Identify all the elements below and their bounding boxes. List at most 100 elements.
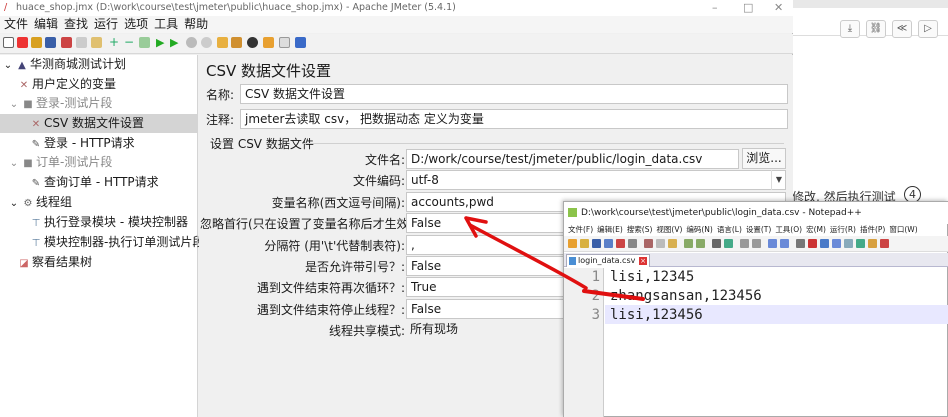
np-open-icon[interactable] [580, 239, 589, 248]
np-menu-macro[interactable]: 宏(M) [806, 225, 826, 234]
chevron-down-icon[interactable]: ⌄ [8, 155, 20, 173]
play-icon[interactable]: ▷ [918, 20, 938, 38]
link-icon[interactable]: ⛓ [866, 20, 886, 38]
np-save-all-icon[interactable] [604, 239, 613, 248]
close-button[interactable]: ✕ [774, 0, 783, 15]
menu-run[interactable]: 运行 [94, 17, 118, 31]
np-print-icon[interactable] [628, 239, 637, 248]
clear-all-icon[interactable] [231, 37, 242, 48]
shutdown-icon[interactable] [201, 37, 212, 48]
np-new-icon[interactable] [568, 239, 577, 248]
tree-item-login-http[interactable]: ✎ 登录 - HTTP请求 [30, 134, 135, 153]
tree-item-user-vars[interactable]: ✕ 用户定义的变量 [18, 75, 116, 94]
tree-item-order-fragment[interactable]: ⌄ ■ 订单-测试片段 [8, 153, 113, 173]
np-doc-map-icon[interactable] [844, 239, 853, 248]
expand-icon[interactable]: + [109, 36, 120, 48]
tree-item-login-fragment[interactable]: ⌄ ■ 登录-测试片段 [8, 94, 113, 113]
paste-icon[interactable] [91, 37, 102, 48]
name-field[interactable]: CSV 数据文件设置 [240, 84, 788, 104]
np-monitor-icon[interactable] [880, 239, 889, 248]
np-menu-language[interactable]: 语言(L) [717, 225, 742, 234]
np-menu-tools[interactable]: 工具(O) [775, 225, 802, 234]
np-indent-guide-icon[interactable] [820, 239, 829, 248]
open-icon[interactable] [31, 37, 42, 48]
copy-icon[interactable] [76, 37, 87, 48]
np-zoom-out-icon[interactable] [752, 239, 761, 248]
np-cut-icon[interactable] [644, 239, 653, 248]
np-wrap-icon[interactable] [796, 239, 805, 248]
np-menu-settings[interactable]: 设置(T) [746, 225, 771, 234]
np-copy-icon[interactable] [656, 239, 665, 248]
stop-icon[interactable] [186, 37, 197, 48]
menu-help[interactable]: 帮助 [184, 17, 208, 31]
chevron-down-icon[interactable]: ▼ [771, 170, 786, 190]
maximize-button[interactable]: □ [743, 0, 753, 15]
np-save-icon[interactable] [592, 239, 601, 248]
code-line[interactable]: zhangsansan,123456 [610, 287, 762, 306]
np-find-icon[interactable] [712, 239, 721, 248]
encoding-select[interactable]: utf-8 [406, 170, 786, 190]
np-menu-window[interactable]: 窗口(W) [889, 225, 917, 234]
np-sync-v-icon[interactable] [768, 239, 777, 248]
cut-icon[interactable] [61, 37, 72, 48]
tab-close-icon[interactable]: × [639, 257, 647, 265]
tree-item-module-ctrl[interactable]: ⊤ 模块控制器-执行订单测试片段 [30, 233, 205, 252]
chevron-down-icon[interactable]: ⌄ [2, 57, 14, 75]
np-menu-edit[interactable]: 编辑(E) [597, 225, 623, 234]
np-menu-view[interactable]: 视图(V) [656, 225, 682, 234]
save-icon[interactable] [45, 37, 56, 48]
np-sync-h-icon[interactable] [780, 239, 789, 248]
np-udl-icon[interactable] [832, 239, 841, 248]
np-menu-plugins[interactable]: 插件(P) [860, 225, 885, 234]
np-zoom-in-icon[interactable] [740, 239, 749, 248]
templates-icon[interactable] [17, 37, 28, 48]
np-replace-icon[interactable] [724, 239, 733, 248]
np-func-list-icon[interactable] [856, 239, 865, 248]
reset-search-icon[interactable] [263, 37, 274, 48]
np-folder-icon[interactable] [868, 239, 877, 248]
np-paste-icon[interactable] [668, 239, 677, 248]
code-line[interactable]: lisi,123456 [610, 306, 703, 325]
function-helper-icon[interactable] [279, 37, 290, 48]
minimize-button[interactable]: – [712, 0, 718, 15]
tab-login-data[interactable]: login_data.csv × [566, 254, 650, 267]
comment-field[interactable]: jmeter去读取 csv， 把数据动态 定义为变量 [240, 109, 788, 129]
stop-thread-select[interactable]: False [406, 299, 566, 319]
tree-item-test-plan[interactable]: ⌄ ▲ 华测商城测试计划 [2, 55, 126, 74]
browse-button[interactable]: 浏览... [742, 148, 786, 169]
sharing-mode-select[interactable]: 所有现场 [406, 320, 566, 340]
code-line[interactable]: lisi,12345 [610, 268, 694, 287]
menu-search[interactable]: 查找 [64, 17, 88, 31]
collapse-icon[interactable]: − [124, 36, 135, 48]
np-close-icon[interactable] [616, 239, 625, 248]
quoted-select[interactable]: False [406, 256, 566, 276]
clear-icon[interactable] [217, 37, 228, 48]
np-redo-icon[interactable] [696, 239, 705, 248]
filename-field[interactable]: D:/work/course/test/jmeter/public/login_… [406, 149, 739, 169]
np-menu-run[interactable]: 运行(R) [830, 225, 856, 234]
np-all-chars-icon[interactable] [808, 239, 817, 248]
menu-options[interactable]: 选项 [124, 17, 148, 31]
menu-tools[interactable]: 工具 [154, 17, 178, 31]
tree-item-results-tree[interactable]: ◪ 察看结果树 [18, 253, 92, 272]
tree-item-thread-group[interactable]: ⌄ ⚙ 线程组 [8, 193, 72, 212]
ignore-first-line-select[interactable]: False [406, 213, 566, 233]
tree-item-order-http[interactable]: ✎ 查询订单 - HTTP请求 [30, 173, 159, 192]
menu-file[interactable]: 文件 [4, 17, 28, 31]
np-menu-encoding[interactable]: 编码(N) [686, 225, 712, 234]
download-icon[interactable]: ⤓ [840, 20, 860, 38]
toggle-icon[interactable] [139, 37, 150, 48]
search-icon[interactable] [247, 37, 258, 48]
recycle-select[interactable]: True [406, 277, 566, 297]
chevron-down-icon[interactable]: ⌄ [8, 195, 20, 213]
share-icon[interactable]: ≪ [892, 20, 912, 38]
start-no-pause-icon[interactable]: ▶ [170, 37, 181, 48]
help-icon[interactable] [295, 37, 306, 48]
np-menu-search[interactable]: 搜索(S) [627, 225, 653, 234]
new-icon[interactable] [3, 37, 14, 48]
delimiter-field[interactable]: , [406, 235, 566, 255]
tree-item-exec-login[interactable]: ⊤ 执行登录模块 - 模块控制器 [30, 213, 188, 232]
start-icon[interactable]: ▶ [156, 37, 167, 48]
np-undo-icon[interactable] [684, 239, 693, 248]
menu-edit[interactable]: 编辑 [34, 17, 58, 31]
